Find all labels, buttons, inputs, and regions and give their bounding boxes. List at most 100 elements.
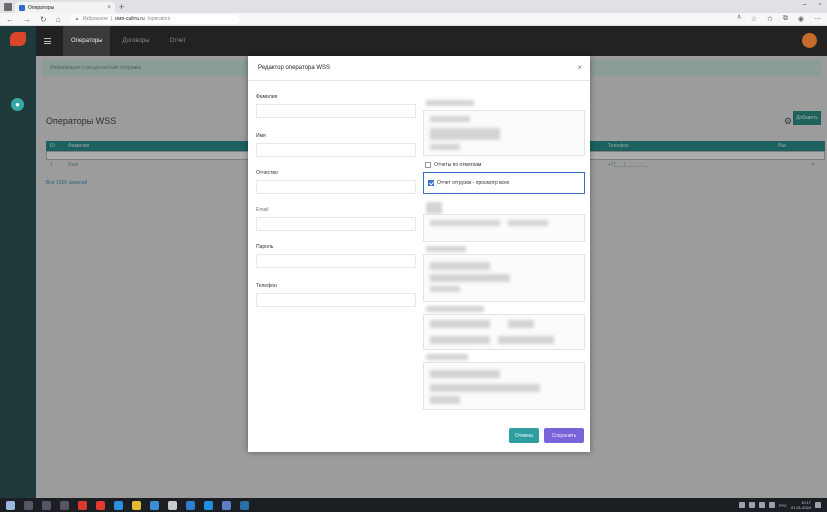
favorite-star-icon[interactable]: ☆ (751, 15, 757, 23)
lastname-label: Фамилия (256, 94, 278, 100)
tray-chevron-icon[interactable] (748, 502, 755, 508)
cancel-button[interactable]: Отмена (509, 428, 539, 443)
profile-icon[interactable]: ◉ (798, 15, 804, 23)
forward-icon[interactable]: → (23, 15, 31, 24)
redacted-text (430, 396, 460, 404)
shipment-checkbox[interactable] (428, 180, 434, 186)
browser-toolbar: ᴬ ☆ ✩ ⧉ ◉ ⋯ (738, 15, 821, 23)
redacted-text (430, 128, 500, 140)
edge-icon[interactable] (114, 500, 123, 510)
language-indicator[interactable]: РУС (779, 503, 787, 508)
top-navigation: Операторы Договоры Отчет (36, 26, 827, 56)
url-bookmark: Избранное (82, 16, 108, 22)
redacted-text (430, 116, 470, 122)
password-field[interactable] (256, 254, 416, 268)
divider (248, 80, 590, 81)
app-icon[interactable] (186, 500, 195, 510)
phone-field[interactable] (256, 293, 416, 307)
task-view-icon[interactable] (60, 500, 69, 510)
reports-label: Отчеты по отметкам (434, 162, 482, 168)
menu-icon[interactable] (44, 38, 51, 44)
favorites-icon[interactable]: ✩ (767, 15, 773, 23)
clock[interactable]: 10:17 01.01.2024 (791, 500, 811, 510)
reload-icon[interactable]: ↻ (40, 15, 47, 24)
close-icon[interactable]: × (577, 63, 582, 72)
redacted-heading (426, 100, 474, 106)
redacted-text (430, 286, 460, 292)
telegram-icon[interactable] (204, 500, 213, 510)
shipment-label: Отчет отгрузок - просмотр всех (437, 180, 510, 186)
redacted-heading (426, 246, 466, 252)
tray-app-icon[interactable] (738, 502, 745, 508)
word-icon[interactable] (222, 500, 231, 510)
maximize-icon[interactable]: ▫ (819, 1, 821, 8)
new-tab-icon[interactable]: + (119, 2, 124, 12)
taskbar: РУС 10:17 01.01.2024 (0, 498, 827, 512)
system-tray: РУС 10:17 01.01.2024 (738, 500, 821, 510)
user-icon[interactable]: ● (11, 98, 24, 111)
more-icon[interactable]: ⋯ (814, 15, 821, 23)
firstname-label: Имя (256, 133, 266, 139)
redacted-text (430, 274, 510, 282)
redacted-text (426, 202, 442, 214)
redacted-text (430, 144, 460, 150)
nav-item-contracts[interactable]: Договоры (114, 26, 157, 56)
firstname-field[interactable] (256, 143, 416, 157)
store-icon[interactable] (150, 500, 159, 510)
email-field[interactable] (256, 217, 416, 231)
reports-checkbox[interactable] (425, 162, 431, 168)
address-bar: ← → ↻ ⌂ ▲ Избранное | имя-сайта.ru /oper… (0, 13, 827, 26)
middlename-field[interactable] (256, 180, 416, 194)
window-menu-icon[interactable] (4, 2, 12, 11)
notifications-icon[interactable] (815, 502, 821, 508)
volume-icon[interactable] (768, 502, 775, 508)
middlename-label: Отчество (256, 170, 278, 176)
minimize-icon[interactable]: – (803, 1, 807, 8)
home-icon[interactable]: ⌂ (56, 15, 61, 24)
tab-title: Операторы (28, 4, 55, 11)
redacted-text (508, 220, 548, 226)
redacted-heading (426, 306, 484, 312)
redacted-text (508, 320, 534, 328)
yandex-icon[interactable] (78, 500, 87, 510)
nav-item-report[interactable]: Отчет (161, 26, 193, 56)
operator-editor-modal: Редактор оператора WSS × Фамилия Имя Отч… (248, 56, 590, 452)
lock-icon[interactable] (168, 500, 177, 510)
nav-item-operators[interactable]: Операторы (63, 26, 111, 56)
start-icon[interactable] (6, 500, 15, 510)
modal-title: Редактор оператора WSS (258, 65, 330, 71)
search-icon[interactable] (24, 500, 33, 510)
cortana-icon[interactable] (42, 500, 51, 510)
back-icon[interactable]: ← (6, 15, 14, 24)
redacted-box (423, 214, 585, 242)
redacted-heading (426, 354, 468, 360)
app-logo-icon[interactable] (10, 32, 26, 46)
collections-icon[interactable]: ⧉ (783, 15, 788, 23)
tab-close-icon[interactable]: × (107, 5, 111, 11)
shipment-permission[interactable]: Отчет отгрузок - просмотр всех (428, 180, 509, 186)
url-domain: имя-сайта.ru (115, 16, 145, 22)
url-field[interactable]: ▲ Избранное | имя-сайта.ru /operators (69, 14, 240, 24)
password-label: Пароль (256, 244, 274, 250)
explorer-icon[interactable] (132, 500, 141, 510)
redacted-text (498, 336, 554, 344)
lastname-field[interactable] (256, 104, 416, 118)
redacted-text (430, 220, 500, 226)
browser-tab[interactable]: Операторы × (15, 2, 115, 13)
email-label: Email (256, 207, 269, 213)
phone-label: Телефон (256, 283, 277, 289)
save-button[interactable]: Сохранить (544, 428, 584, 443)
avatar[interactable] (802, 33, 817, 48)
redacted-text (430, 384, 540, 392)
lock-icon: ▲ (74, 16, 80, 22)
redacted-text (430, 320, 490, 328)
read-aloud-icon[interactable]: ᴬ (738, 15, 741, 23)
opera-icon[interactable] (96, 500, 105, 510)
redacted-text (430, 336, 490, 344)
url-path: /operators (147, 16, 171, 22)
network-icon[interactable] (758, 502, 765, 508)
reports-permission[interactable]: Отчеты по отметкам (425, 162, 481, 168)
pinned-app-icon[interactable] (240, 500, 249, 510)
window-controls: – ▫ (803, 1, 821, 8)
browser-tab-bar: Операторы × + – ▫ (0, 0, 827, 13)
